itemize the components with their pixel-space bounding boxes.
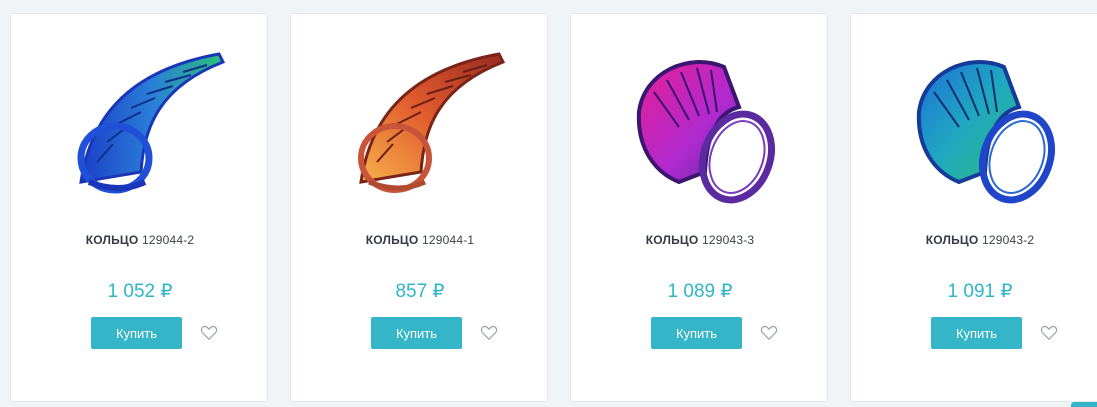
product-card: КОЛЬЦО 129043-3 1 089 ₽ Купить	[570, 13, 828, 402]
heart-outline-icon[interactable]	[760, 324, 778, 341]
product-price: 1 091 ₽	[947, 281, 1013, 302]
buy-button[interactable]: Купить	[931, 317, 1022, 349]
ring-orange-fan-icon[interactable]	[329, 32, 511, 212]
product-title[interactable]: КОЛЬЦО 129044-1	[291, 233, 549, 247]
heart-outline-icon[interactable]	[480, 324, 498, 341]
product-card: КОЛЬЦО 129044-1 857 ₽ Купить	[290, 13, 548, 402]
product-card: КОЛЬЦО 129043-2 1 091 ₽ Купить	[850, 13, 1097, 402]
ring-blue-teal-icon[interactable]	[889, 32, 1071, 212]
product-card: КОЛЬЦО 129044-2 1 052 ₽ Купить	[10, 13, 268, 402]
product-title[interactable]: КОЛЬЦО 129043-2	[851, 233, 1097, 247]
product-name: КОЛЬЦО	[645, 233, 699, 247]
ring-magenta-purple-icon[interactable]	[609, 32, 791, 212]
buy-button[interactable]: Купить	[651, 317, 742, 349]
product-code: 129043-2	[981, 233, 1035, 247]
product-name: КОЛЬЦО	[365, 233, 419, 247]
scroll-to-top-tab[interactable]	[1071, 402, 1097, 407]
product-title[interactable]: КОЛЬЦО 129044-2	[11, 233, 269, 247]
heart-outline-icon[interactable]	[200, 324, 218, 341]
product-price: 1 052 ₽	[107, 281, 173, 302]
product-code: 129044-1	[421, 233, 475, 247]
product-name: КОЛЬЦО	[85, 233, 139, 247]
product-code: 129043-3	[701, 233, 755, 247]
ring-blue-green-fan-icon[interactable]	[49, 32, 231, 212]
buy-button[interactable]: Купить	[371, 317, 462, 349]
product-price: 1 089 ₽	[667, 281, 733, 302]
buy-button[interactable]: Купить	[91, 317, 182, 349]
product-code: 129044-2	[141, 233, 195, 247]
product-title[interactable]: КОЛЬЦО 129043-3	[571, 233, 829, 247]
product-price: 857 ₽	[395, 281, 445, 302]
product-name: КОЛЬЦО	[925, 233, 979, 247]
heart-outline-icon[interactable]	[1040, 324, 1058, 341]
product-grid: КОЛЬЦО 129044-2 1 052 ₽ Купить КОЛЬЦО 12…	[0, 0, 1097, 407]
